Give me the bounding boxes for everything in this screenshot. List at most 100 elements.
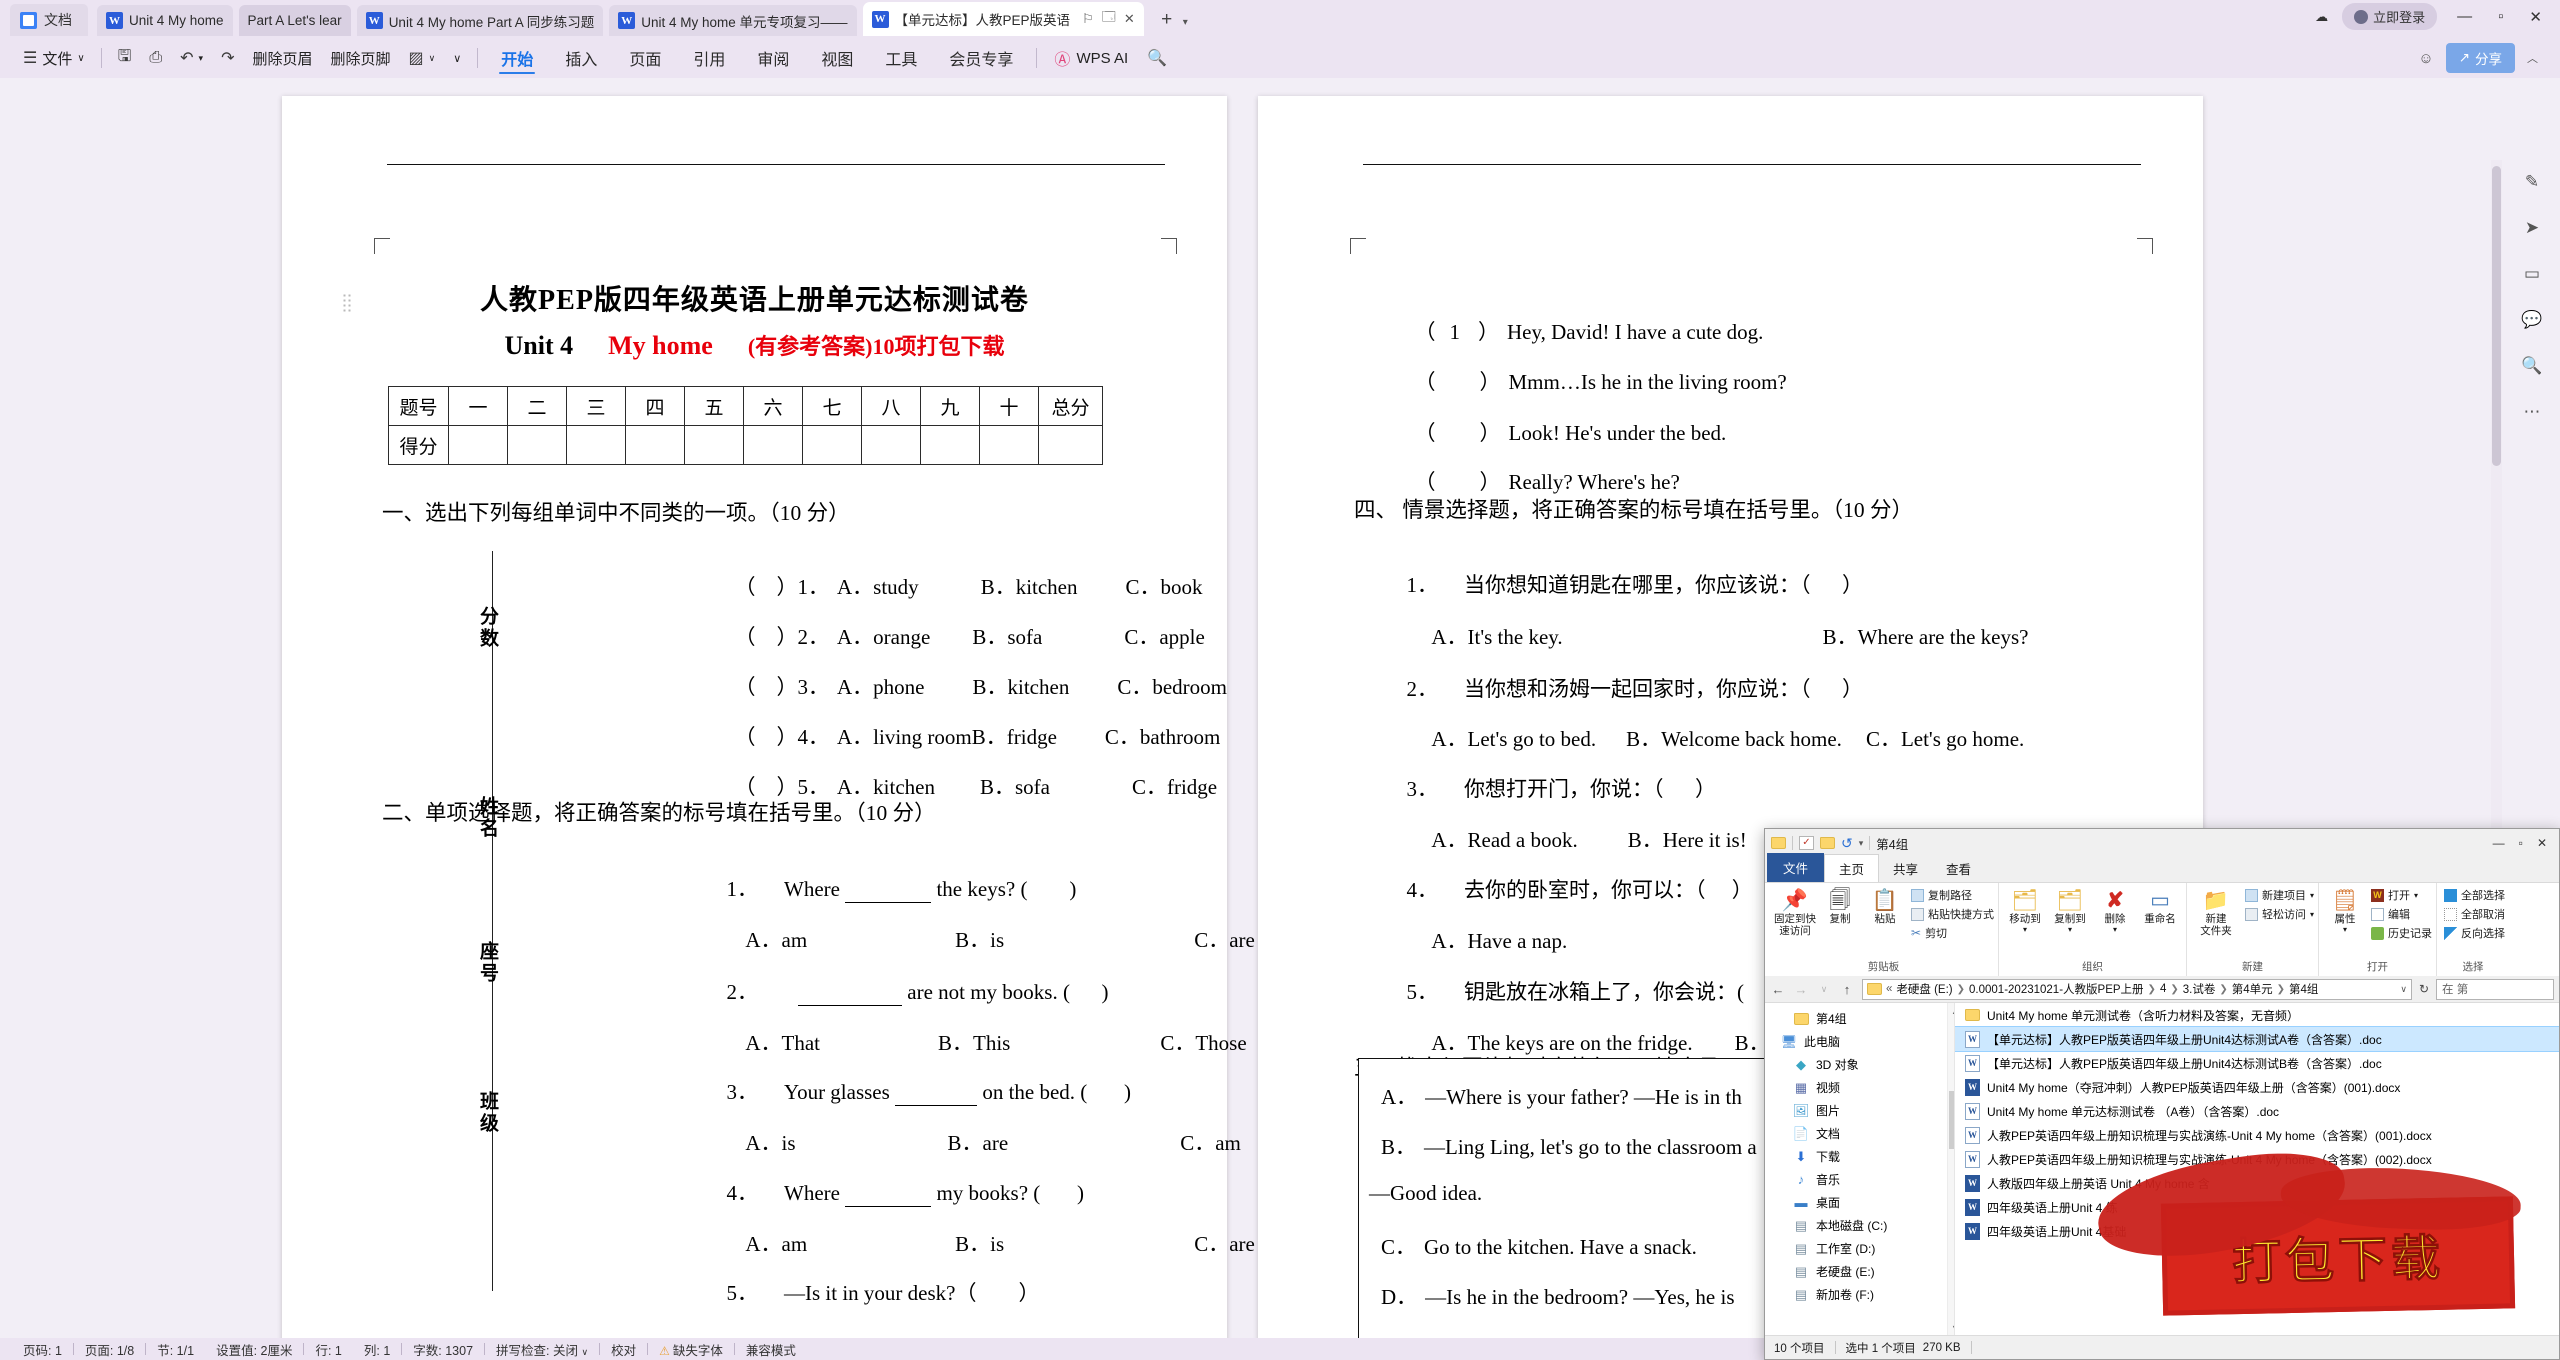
breadcrumb-item[interactable]: 3.试卷: [2183, 981, 2216, 997]
nav-item-pictures[interactable]: 🖼 图片: [1765, 1099, 1954, 1122]
copy-path-button[interactable]: 复制路径: [1911, 887, 1994, 903]
breadcrumb-item[interactable]: 第4组: [2289, 981, 2318, 997]
delete-header-button[interactable]: 删除页眉: [243, 43, 321, 73]
file-menu-button[interactable]: ☰ 文件 ∨: [14, 43, 94, 73]
print-preview-button[interactable]: ⎙: [140, 43, 171, 73]
chevron-down-icon[interactable]: ▾: [2414, 891, 2418, 900]
delete-button[interactable]: ✘ 删除 ▾: [2093, 887, 2137, 935]
tab-unit4-part-a-exercises[interactable]: W Unit 4 My home Part A 同步练习题: [356, 5, 604, 36]
delete-footer-button[interactable]: 删除页脚: [322, 43, 400, 73]
share-button[interactable]: ↗ 分享: [2445, 43, 2515, 73]
nav-item-downloads[interactable]: ⬇ 下载: [1765, 1145, 1954, 1168]
chevron-down-icon[interactable]: ▾: [2068, 925, 2072, 935]
status-word-count[interactable]: 字数: 1307: [402, 1340, 484, 1359]
tab-unit4-review[interactable]: W Unit 4 My home 单元专项复习——: [609, 5, 857, 36]
edit-button[interactable]: 编辑: [2371, 906, 2432, 922]
pin-to-quick-access-button[interactable]: 📌 固定到快 速访问: [1773, 887, 1817, 938]
nav-item-videos[interactable]: ▦ 视频: [1765, 1076, 1954, 1099]
undo-icon[interactable]: ↺: [1841, 835, 1853, 852]
preview-tab-icon[interactable]: 🗔: [1102, 8, 1116, 30]
search-button[interactable]: 🔍: [1138, 43, 1176, 73]
properties-icon[interactable]: ✓: [1799, 836, 1814, 850]
close-window-button[interactable]: ✕: [2523, 8, 2548, 26]
nav-item-drive-f[interactable]: ▤ 新加卷 (F:): [1765, 1283, 1954, 1306]
chevron-down-icon[interactable]: ▾: [2343, 925, 2347, 935]
document-type-button[interactable]: 文档: [10, 4, 88, 36]
explorer-maximize-button[interactable]: ▫: [2519, 836, 2523, 850]
easy-access-button[interactable]: 轻松访问 ▾: [2245, 906, 2314, 922]
chevron-down-icon[interactable]: ▾: [2310, 891, 2314, 900]
new-item-button[interactable]: 新建项目 ▾: [2245, 887, 2314, 903]
tab-unit-assessment-active[interactable]: W 【单元达标】人教PEP版英语 ⚐ 🗔 ✕: [862, 2, 1144, 36]
copy-to-button[interactable]: 🗂 复制到 ▾: [2048, 887, 2092, 935]
tab-unit4-my-home-part-a[interactable]: W Unit 4 My home: [97, 5, 233, 36]
open-button[interactable]: W 打开 ▾: [2371, 887, 2432, 903]
help-icon[interactable]: ☺: [2418, 50, 2433, 67]
back-button[interactable]: ←: [1770, 982, 1786, 997]
move-to-button[interactable]: 🗂 移动到 ▾: [2003, 887, 2047, 935]
up-button[interactable]: ↑: [1839, 982, 1855, 997]
tab-view[interactable]: 查看: [1932, 855, 1985, 882]
tab-member-exclusive[interactable]: 会员专享: [933, 41, 1029, 75]
status-proofread[interactable]: 校对: [600, 1340, 647, 1359]
pen-icon[interactable]: ✎: [2518, 168, 2546, 196]
tab-start[interactable]: 开始: [485, 41, 549, 75]
copy-button[interactable]: 🗐 复制: [1818, 887, 1862, 926]
tab-view[interactable]: 视图: [805, 41, 869, 75]
undo-button[interactable]: ↶ ▾: [171, 43, 212, 73]
chevron-down-icon[interactable]: ▾: [2310, 910, 2314, 919]
nav-item-music[interactable]: ♪ 音乐: [1765, 1168, 1954, 1191]
tab-share[interactable]: 共享: [1879, 855, 1932, 882]
more-quick-tools-button[interactable]: ∨: [444, 43, 470, 73]
explorer-minimize-button[interactable]: —: [2493, 836, 2505, 850]
tab-review[interactable]: 审阅: [741, 41, 805, 75]
tab-reference[interactable]: 引用: [677, 41, 741, 75]
status-spellcheck[interactable]: 拼写检查: 关闭 ∨: [485, 1340, 599, 1359]
tab-part-a-lets-learn[interactable]: Part A Let's lear: [238, 5, 351, 36]
nav-item-drive-c[interactable]: ▤ 本地磁盘 (C:): [1765, 1214, 1954, 1237]
tab-file[interactable]: 文件: [1767, 853, 1825, 882]
new-tab-button[interactable]: +: [1153, 6, 1181, 34]
nav-item-3d-objects[interactable]: ◆ 3D 对象: [1765, 1053, 1954, 1076]
list-item[interactable]: Unit4 My home 单元测试卷（含听力材料及答案，无音频）: [1955, 1003, 2559, 1027]
text-box-icon[interactable]: ▭: [2518, 260, 2546, 288]
list-item[interactable]: W Unit4 My home 单元达标测试卷 （A卷）（含答案）.doc: [1955, 1099, 2559, 1123]
new-folder-button[interactable]: 📁 新建 文件夹: [2191, 887, 2241, 938]
chevron-down-icon[interactable]: ▾: [2023, 925, 2027, 935]
more-tools-icon[interactable]: ⋯: [2518, 398, 2546, 426]
tab-tools[interactable]: 工具: [869, 41, 933, 75]
recent-locations-chevron-down-icon[interactable]: ∨: [1816, 984, 1832, 995]
tab-home[interactable]: 主页: [1824, 854, 1880, 882]
nav-item-drive-e[interactable]: ▤ 老硬盘 (E:): [1765, 1260, 1954, 1283]
close-tab-icon[interactable]: ✕: [1124, 11, 1135, 27]
refresh-icon[interactable]: ↻: [2419, 982, 2429, 996]
invert-selection-button[interactable]: 反向选择: [2444, 925, 2505, 941]
history-button[interactable]: 历史记录: [2371, 925, 2432, 941]
properties-button[interactable]: 🗒 属性 ▾: [2323, 887, 2367, 935]
forward-button[interactable]: →: [1793, 982, 1809, 997]
nav-item-desktop[interactable]: ▬ 桌面: [1765, 1191, 1954, 1214]
tab-page[interactable]: 页面: [613, 41, 677, 75]
chevron-down-icon[interactable]: ▾: [199, 53, 204, 64]
collapse-ribbon-chevron-up-icon[interactable]: ︿: [2527, 50, 2538, 66]
nav-pane-scrollbar[interactable]: ▲ ▼: [1947, 1003, 1954, 1335]
redo-button[interactable]: ↷: [212, 43, 243, 73]
new-folder-icon[interactable]: [1820, 837, 1835, 849]
list-item[interactable]: W 【单元达标】人教PEP版英语四年级上册Unit4达标测试B卷（含答案）.doc: [1955, 1051, 2559, 1075]
search-doc-icon[interactable]: 🔍: [2518, 352, 2546, 380]
tab-insert[interactable]: 插入: [549, 41, 613, 75]
select-none-button[interactable]: 全部取消: [2444, 906, 2505, 922]
list-item[interactable]: W Unit4 My home（夺冠冲刺）人教PEP版英语四年级上册（含答案）(0…: [1955, 1075, 2559, 1099]
cursor-select-icon[interactable]: ➤: [2518, 214, 2546, 242]
nav-item-group4[interactable]: 第4组: [1765, 1007, 1954, 1030]
scroll-down-icon[interactable]: ▼: [1948, 1320, 1954, 1335]
nav-item-drive-d[interactable]: ▤ 工作室 (D:): [1765, 1237, 1954, 1260]
breadcrumb-item[interactable]: 老硬盘 (E:): [1896, 981, 1952, 997]
maximize-button[interactable]: ▫: [2492, 8, 2509, 25]
address-breadcrumb-box[interactable]: « 老硬盘 (E:) ❯ 0.0001-20231021-人教版PEP上册 ❯ 4 ❯…: [1862, 978, 2412, 1000]
login-button[interactable]: 立即登录: [2342, 3, 2438, 30]
scrollbar-thumb[interactable]: [2492, 166, 2501, 466]
explorer-close-button[interactable]: ✕: [2537, 836, 2547, 850]
cloud-sync-icon[interactable]: ☁: [2315, 9, 2328, 25]
minimize-button[interactable]: —: [2451, 8, 2478, 25]
